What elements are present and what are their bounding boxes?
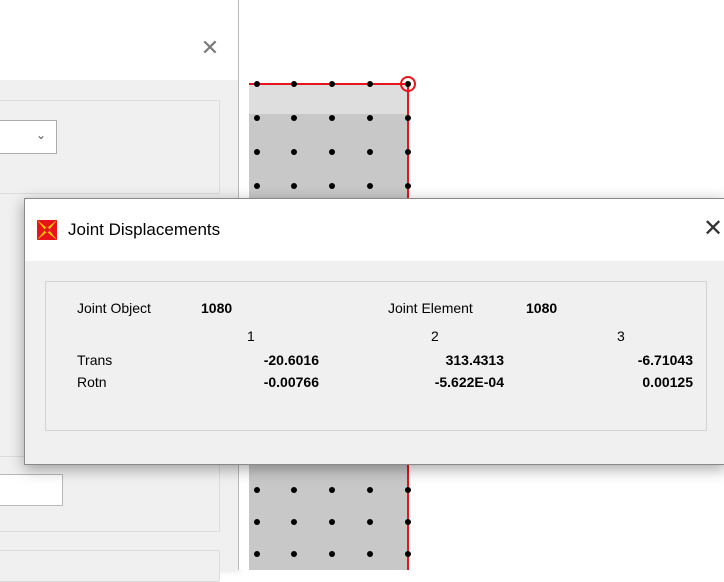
rotn-value-3: 0.00125	[642, 374, 693, 390]
joint-point[interactable]	[254, 149, 260, 155]
joint-displacements-dialog: Joint Displacements ✕ Joint Object 1080 …	[24, 198, 724, 465]
close-icon[interactable]: ✕	[701, 217, 724, 241]
joint-point[interactable]	[405, 519, 411, 525]
joint-point[interactable]	[329, 81, 335, 87]
column-header-2: 2	[431, 328, 439, 344]
joint-point[interactable]	[405, 115, 411, 121]
joint-point[interactable]	[367, 519, 373, 525]
trans-value-2: 313.4313	[445, 352, 504, 368]
joint-point[interactable]	[291, 115, 297, 121]
joint-object-value: 1080	[201, 300, 233, 316]
joint-point[interactable]	[291, 183, 297, 189]
joint-point[interactable]	[405, 81, 411, 87]
joint-point[interactable]	[291, 519, 297, 525]
joint-element-label: Joint Element	[388, 300, 473, 316]
background-combo-box[interactable]: ⌄	[0, 120, 57, 154]
joint-point[interactable]	[329, 551, 335, 557]
joint-point[interactable]	[405, 183, 411, 189]
dialog-titlebar: Joint Displacements ✕	[25, 199, 724, 261]
joint-point[interactable]	[254, 519, 260, 525]
column-header-3: 3	[617, 328, 625, 344]
trans-value-1: -20.6016	[263, 352, 319, 368]
joint-point[interactable]	[367, 149, 373, 155]
chevron-down-icon: ⌄	[36, 128, 47, 142]
joint-point[interactable]	[329, 183, 335, 189]
joint-point[interactable]	[367, 81, 373, 87]
background-close-icon[interactable]: ✕	[198, 36, 222, 60]
joint-point[interactable]	[254, 551, 260, 557]
app-icon	[37, 220, 57, 240]
joint-point[interactable]	[405, 149, 411, 155]
joint-point[interactable]	[254, 183, 260, 189]
joint-point[interactable]	[329, 487, 335, 493]
joint-point[interactable]	[329, 519, 335, 525]
column-header-1: 1	[247, 328, 255, 344]
rotn-value-1: -0.00766	[263, 374, 319, 390]
dialog-title: Joint Displacements	[68, 220, 221, 239]
joint-point[interactable]	[367, 551, 373, 557]
rotn-value-2: -5.622E-04	[434, 374, 504, 390]
background-group-lower	[0, 550, 220, 582]
joint-point[interactable]	[367, 487, 373, 493]
joint-point[interactable]	[291, 81, 297, 87]
joint-point[interactable]	[405, 551, 411, 557]
joint-point[interactable]	[291, 487, 297, 493]
trans-value-3: -6.71043	[637, 352, 693, 368]
joint-point[interactable]	[291, 551, 297, 557]
joint-object-label: Joint Object	[77, 300, 151, 316]
joint-point[interactable]	[329, 115, 335, 121]
joint-element-value: 1080	[526, 300, 558, 316]
row-label-rotn: Rotn	[77, 374, 107, 390]
joint-point[interactable]	[254, 81, 260, 87]
joint-point[interactable]	[329, 149, 335, 155]
row-label-trans: Trans	[77, 352, 113, 368]
displacement-panel: Joint Object 1080 Joint Element 1080 1 2…	[45, 281, 707, 431]
joint-point[interactable]	[367, 183, 373, 189]
background-input[interactable]	[0, 474, 63, 506]
joint-point[interactable]	[254, 487, 260, 493]
joint-point[interactable]	[291, 149, 297, 155]
joint-point[interactable]	[367, 115, 373, 121]
joint-point[interactable]	[405, 487, 411, 493]
joint-point[interactable]	[254, 115, 260, 121]
